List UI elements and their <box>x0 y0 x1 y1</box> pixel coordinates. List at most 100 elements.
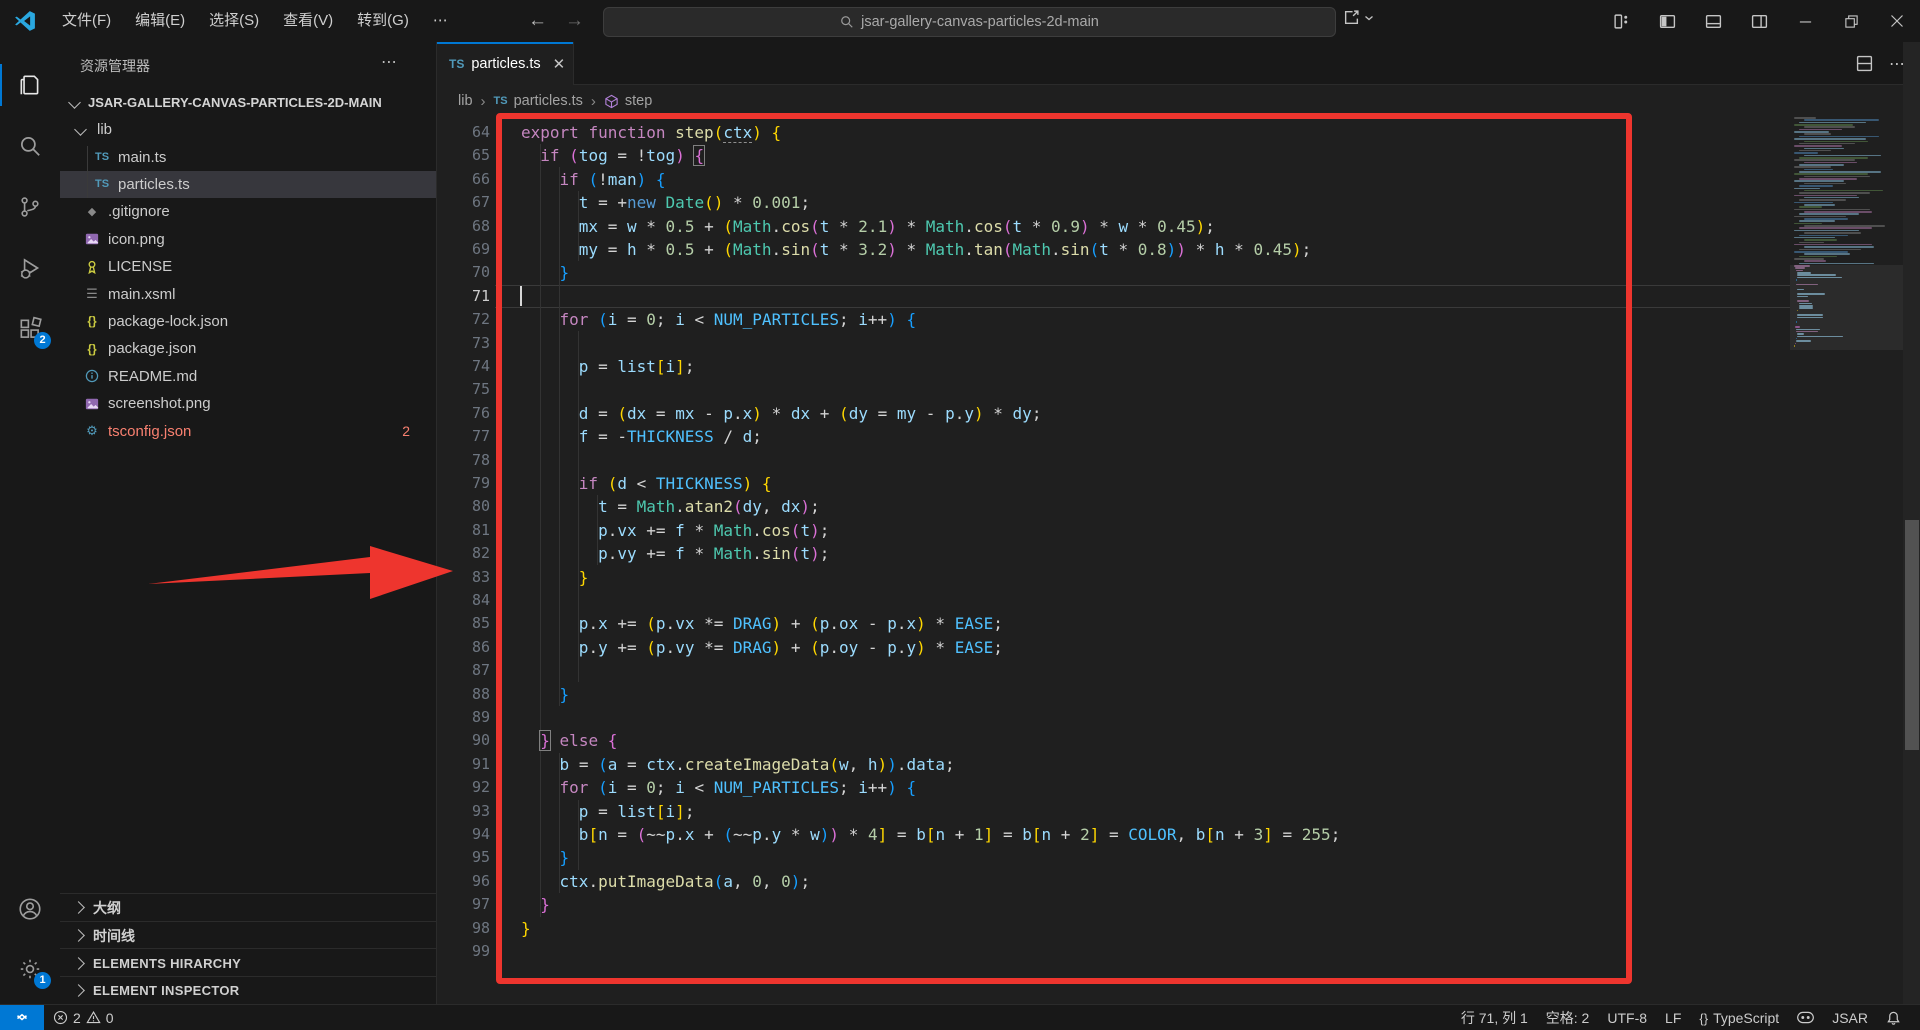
status-language[interactable]: {}TypeScript <box>1690 1005 1788 1030</box>
file-label: lib <box>97 121 112 138</box>
file-label: icon.png <box>108 231 165 248</box>
minimap-line <box>1799 206 1822 208</box>
panel--[interactable]: 大纲 <box>60 893 436 922</box>
minimap-line <box>1794 173 1868 175</box>
tree-item-main-xsml[interactable]: ☰main.xsml <box>60 280 436 307</box>
minimap-line <box>1804 141 1868 143</box>
minimap-line <box>1804 148 1844 150</box>
status-label: 空格: 2 <box>1546 1008 1590 1028</box>
tab-close-icon[interactable]: ✕ <box>553 55 566 73</box>
activity-source-control[interactable] <box>0 178 60 236</box>
typescript-file-icon: TS <box>449 57 464 71</box>
line-number: 79 <box>437 472 490 495</box>
tree-item-lib[interactable]: lib <box>60 116 436 143</box>
line-number: 78 <box>437 449 490 472</box>
menu-item-s[interactable]: 选择(S) <box>197 7 271 35</box>
diamond-file-icon: ◆ <box>83 203 101 221</box>
panel--[interactable]: 时间线 <box>60 921 436 950</box>
minimap-line <box>1804 126 1855 128</box>
activity-account[interactable] <box>0 880 60 938</box>
tab-particles-ts[interactable]: TS particles.ts ✕ <box>437 42 574 85</box>
editor-scrollbar[interactable] <box>1903 42 1920 1004</box>
braces-file-icon: {} <box>83 340 101 358</box>
minimap-line <box>1799 192 1870 194</box>
tree-item-package-json[interactable]: {}package.json <box>60 335 436 362</box>
menu-item-[interactable]: ⋯ <box>421 7 460 35</box>
menu-item-g[interactable]: 转到(G) <box>345 7 421 35</box>
layout-control-button[interactable] <box>1343 9 1374 26</box>
minimap-line <box>1794 216 1846 218</box>
error-count: 2 <box>73 1010 81 1026</box>
nav-back-icon[interactable]: ← <box>528 10 547 32</box>
scrollbar-thumb[interactable] <box>1905 520 1919 750</box>
problems-button[interactable]: 2 0 <box>44 1005 123 1030</box>
ts-file-icon: TS <box>93 148 111 166</box>
panel-label: ELEMENT INSPECTOR <box>93 983 239 998</box>
tree-item-license[interactable]: LICENSE <box>60 253 436 280</box>
tree-item-tsconfig-json[interactable]: ⚙tsconfig.json2 <box>60 417 436 444</box>
status-label: 行 71, 列 1 <box>1461 1008 1528 1028</box>
status-indentation[interactable]: 空格: 2 <box>1537 1005 1599 1030</box>
line-number: 75 <box>437 378 490 401</box>
activity-settings[interactable]: 1 <box>0 940 60 998</box>
tree-item-readme-md[interactable]: README.md <box>60 363 436 390</box>
tab-label: particles.ts <box>471 56 540 72</box>
toggle-secondary-sidebar-icon[interactable] <box>1736 0 1782 42</box>
menu-bar: 文件(F)编辑(E)选择(S)查看(V)转到(G)⋯ <box>50 7 460 35</box>
tree-item-icon-png[interactable]: icon.png <box>60 226 436 253</box>
minimize-icon[interactable] <box>1782 0 1828 42</box>
toggle-primary-sidebar-icon[interactable] <box>1644 0 1690 42</box>
activity-run-debug[interactable] <box>0 239 60 297</box>
workspace-root-header[interactable]: JSAR-GALLERY-CANVAS-PARTICLES-2D-MAIN <box>60 88 436 116</box>
menu-item-e[interactable]: 编辑(E) <box>123 7 197 35</box>
status-copilot[interactable] <box>1788 1005 1823 1030</box>
line-number: 76 <box>437 402 490 425</box>
line-number: 87 <box>437 659 490 682</box>
activity-search[interactable] <box>0 117 60 175</box>
line-number: 91 <box>437 753 490 776</box>
tree-item--gitignore[interactable]: ◆.gitignore <box>60 198 436 225</box>
activity-explorer[interactable] <box>0 56 60 114</box>
panel-elements-hirarchy[interactable]: ELEMENTS HIRARCHY <box>60 948 436 977</box>
nav-forward-icon[interactable]: → <box>565 10 584 32</box>
line-number: 73 <box>437 332 490 355</box>
tree-item-package-lock-json[interactable]: {}package-lock.json <box>60 308 436 335</box>
explorer-more-actions-icon[interactable]: ⋯ <box>381 52 398 72</box>
remote-indicator-button[interactable] <box>0 1005 44 1030</box>
status-encoding[interactable]: UTF-8 <box>1598 1005 1656 1030</box>
menu-item-v[interactable]: 查看(V) <box>271 7 345 35</box>
image-file-icon <box>83 395 101 413</box>
minimap-line <box>1794 166 1831 168</box>
toggle-panel-icon[interactable] <box>1690 0 1736 42</box>
tree-item-main-ts[interactable]: TS main.ts <box>60 143 436 170</box>
command-center-search[interactable]: jsar-gallery-canvas-particles-2d-main <box>603 7 1336 37</box>
ts-file-icon: TS <box>93 175 111 193</box>
workspace-root-label: JSAR-GALLERY-CANVAS-PARTICLES-2D-MAIN <box>88 95 382 110</box>
minimap-line <box>1794 145 1842 147</box>
menu-item-f[interactable]: 文件(F) <box>50 7 123 35</box>
minimap-line <box>1794 188 1820 190</box>
breadcrumb-file[interactable]: particles.ts <box>514 93 583 109</box>
tree-item-particles-ts[interactable]: TSparticles.ts <box>60 171 436 198</box>
status-jsar[interactable]: JSAR <box>1823 1005 1877 1030</box>
braces-file-icon: {} <box>83 312 101 330</box>
status-notifications[interactable] <box>1877 1005 1910 1030</box>
restore-icon[interactable] <box>1828 0 1874 42</box>
breadcrumb-folder[interactable]: lib <box>458 93 473 109</box>
breadcrumb-symbol[interactable]: step <box>625 93 652 109</box>
minimap[interactable] <box>1790 117 1903 1004</box>
status-eol[interactable]: LF <box>1656 1005 1690 1030</box>
tree-item-screenshot-png[interactable]: screenshot.png <box>60 390 436 417</box>
panel-element-inspector[interactable]: ELEMENT INSPECTOR <box>60 976 436 1005</box>
file-label: main.ts <box>118 149 166 166</box>
line-number: 99 <box>437 940 490 963</box>
line-number: 98 <box>437 917 490 940</box>
customize-layout-icon[interactable] <box>1598 0 1644 42</box>
activity-extensions[interactable]: 2 <box>0 300 60 358</box>
license-file-icon <box>83 258 101 276</box>
close-icon[interactable] <box>1874 0 1920 42</box>
status-cursor-position[interactable]: 行 71, 列 1 <box>1452 1005 1537 1030</box>
split-editor-icon[interactable] <box>1856 55 1873 72</box>
vscode-window: 文件(F)编辑(E)选择(S)查看(V)转到(G)⋯ ← → jsar-gall… <box>0 0 1920 1030</box>
line-number: 81 <box>437 519 490 542</box>
